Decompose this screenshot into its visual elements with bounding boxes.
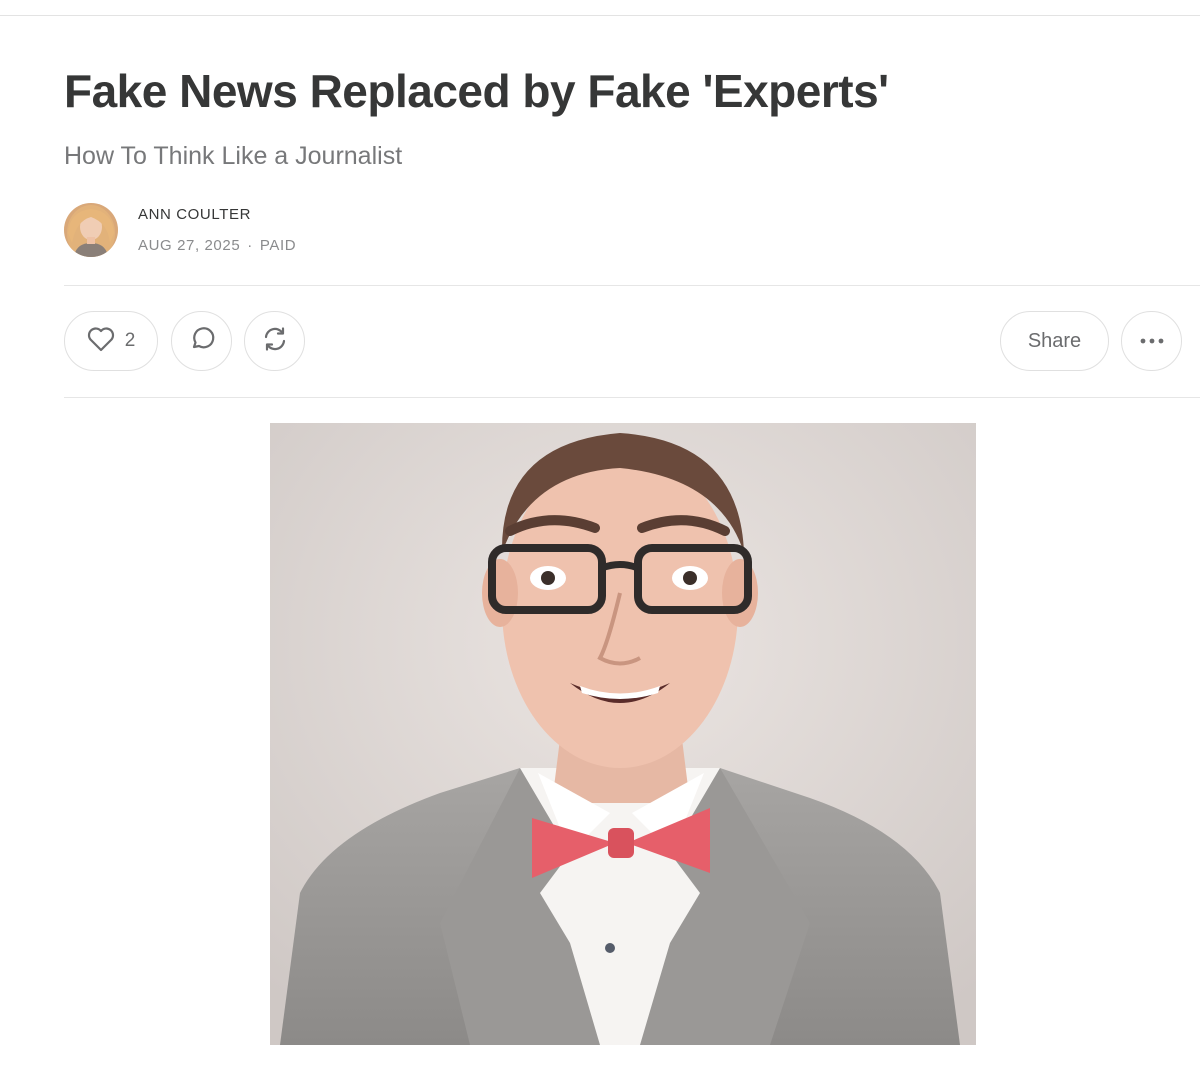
meta-separator: · <box>247 237 253 254</box>
access-badge: PAID <box>259 237 297 254</box>
post-date: AUG 27, 2025 <box>138 237 241 254</box>
post-title: Fake News Replaced by Fake 'Experts' <box>64 65 889 117</box>
author-avatar[interactable] <box>64 203 118 257</box>
restack-button[interactable] <box>244 311 305 371</box>
divider-bottom <box>64 397 1200 398</box>
post-hero-image[interactable] <box>270 423 976 1045</box>
more-dots-icon <box>1139 332 1165 350</box>
restack-icon <box>261 325 289 358</box>
more-options-button[interactable] <box>1121 311 1182 371</box>
post-page: Fake News Replaced by Fake 'Experts' How… <box>0 0 1200 1081</box>
like-count: 2 <box>124 330 136 351</box>
post-meta: AUG 27, 2025 · PAID <box>138 237 296 254</box>
share-button[interactable]: Share <box>1000 311 1109 371</box>
like-button[interactable]: 2 <box>64 311 158 371</box>
author-name[interactable]: ANN COULTER <box>138 206 251 223</box>
comment-button[interactable] <box>171 311 232 371</box>
heart-icon <box>87 326 115 357</box>
top-divider <box>0 15 1200 16</box>
divider-top <box>64 285 1200 286</box>
comment-bubble-icon <box>188 325 216 358</box>
post-subtitle: How To Think Like a Journalist <box>64 142 403 170</box>
